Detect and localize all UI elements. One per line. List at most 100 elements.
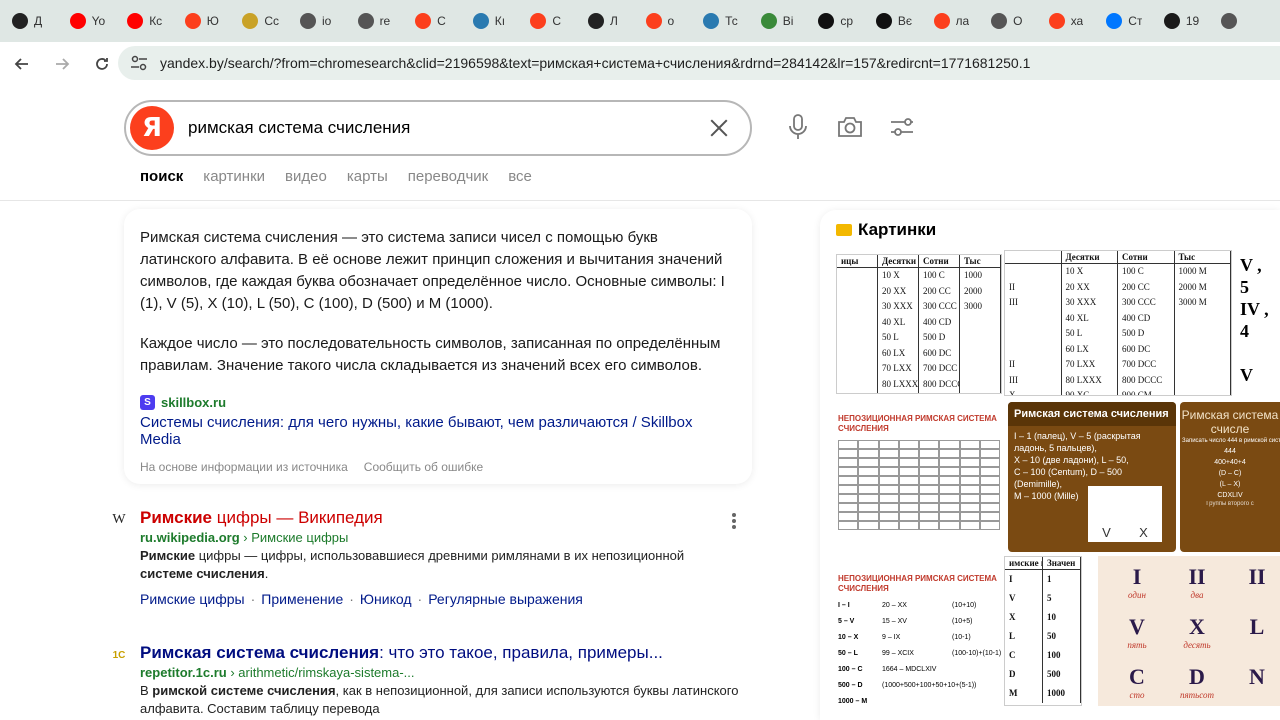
clear-icon[interactable] (704, 113, 734, 143)
yandex-icon (645, 13, 662, 29)
search-box[interactable]: Я римская система счисления (124, 100, 752, 156)
tab-title: О (1013, 14, 1023, 28)
more-options-icon[interactable] (732, 513, 736, 529)
sitelink[interactable]: Применение (261, 591, 343, 607)
browser-tab[interactable]: Сс (234, 2, 292, 40)
browser-tab[interactable]: о (638, 2, 696, 40)
browser-tab[interactable]: io (292, 2, 350, 40)
result-domain: repetitor.1c.ru (140, 665, 227, 680)
answer-footnote: На основе информации из источника (140, 460, 348, 474)
image-thumbnail[interactable]: НЕПОЗИЦИОННАЯ РИМСКАЯ СИСТЕМА СЧИСЛЕНИЯ … (836, 570, 1002, 720)
puzzle-icon (472, 13, 489, 29)
image-thumbnail[interactable]: Римская система счисле Записать число 444… (1180, 402, 1280, 552)
tab-title: ха (1070, 14, 1084, 28)
answer-paragraph-1: Римская система счисления — это система … (140, 229, 725, 312)
youtube-icon (127, 13, 144, 29)
browser-tab[interactable]: Тс (695, 2, 753, 40)
browser-tab[interactable]: Кс (119, 2, 177, 40)
microphone-icon[interactable] (783, 112, 813, 142)
source-domain[interactable]: skillbox.ru (161, 395, 226, 410)
yandex-icon (1048, 13, 1065, 29)
yandex-icon (530, 13, 547, 29)
browser-tab[interactable]: С (407, 2, 465, 40)
browser-tab[interactable]: ср (810, 2, 868, 40)
tab-title: Кс (149, 14, 163, 28)
yandex-icon (184, 13, 201, 29)
result-title-link[interactable]: Римская система счисления: что это такое… (140, 642, 740, 664)
browser-tab[interactable]: Кı (465, 2, 523, 40)
result-domain: ru.wikipedia.org (140, 530, 240, 545)
browser-tab[interactable]: Л (580, 2, 638, 40)
image-thumbnail[interactable]: Iодин II два II Vпять Xдесять L Cсто Dпятьсот N (1098, 556, 1280, 706)
tab-title: Д (34, 14, 43, 28)
search-tabs: поиск картинки видео карты переводчик вс… (140, 168, 532, 185)
result-title-highlight: Римские (140, 508, 213, 527)
search-header: Я римская система счисления поиск картин… (0, 86, 1280, 201)
hand-x-icon: X (1139, 525, 1148, 540)
browser-tab[interactable]: Вє (868, 2, 926, 40)
search-input[interactable]: римская система счисления (188, 118, 704, 138)
image-thumbnail[interactable]: V , 5 IV ,4 V (1234, 250, 1280, 396)
tab-search[interactable]: поиск (140, 168, 183, 185)
quick-answer-card: Римская система счисления — это система … (124, 209, 752, 484)
thumbnail-title: Римская система счисления (1008, 402, 1176, 426)
thumbnail-caption: НЕПОЗИЦИОННАЯ РИМСКАЯ СИСТЕМА СЧИСЛЕНИЯ (838, 414, 997, 433)
tab-video[interactable]: видео (285, 168, 327, 185)
slash-circle-icon (818, 13, 835, 29)
1c-logo-icon: 1С (112, 649, 126, 661)
camera-icon[interactable] (835, 112, 865, 142)
tab-title: Тс (725, 14, 738, 28)
result-url[interactable]: ru.wikipedia.org › Римские цифры (140, 530, 740, 545)
result-url[interactable]: repetitor.1c.ru › arithmetic/rimskaya-si… (140, 665, 740, 680)
report-error-link[interactable]: Сообщить об ошибке (364, 460, 483, 474)
forward-button[interactable] (44, 46, 80, 82)
filters-icon[interactable] (887, 112, 917, 142)
browser-tab[interactable]: Ст (1098, 2, 1156, 40)
reload-button[interactable] (84, 46, 120, 82)
image-thumbnail[interactable]: Десятки Сотни Тыс 10 X 100 C 1000 M II 20 XX 200… (1004, 250, 1232, 396)
tab-title: Bi (782, 14, 794, 28)
browser-tab[interactable]: О (983, 2, 1041, 40)
globe-icon (1221, 13, 1238, 29)
tab-images[interactable]: картинки (203, 168, 265, 185)
globe-icon (991, 13, 1008, 29)
sitelink[interactable]: Римские цифры (140, 591, 245, 607)
image-thumbnail[interactable]: ицы Десятки Сотни Тыс 10 X 100 C 1000 20 XX 200 … (836, 254, 1002, 394)
address-bar[interactable]: yandex.by/search/?from=chromesearch&clid… (118, 46, 1280, 80)
image-thumbnail[interactable]: имские цифрыЗначенI1V5X10L50C100D500M100… (1004, 556, 1082, 706)
result-snippet: Римские цифры — цифры, использовавшиеся … (140, 548, 685, 581)
browser-tab[interactable]: Yo (62, 2, 120, 40)
sitelink[interactable]: Регулярные выражения (428, 591, 583, 607)
result-title-rest: цифры — Википедия (212, 508, 383, 527)
tab-all[interactable]: все (508, 168, 532, 185)
tab-maps[interactable]: карты (347, 168, 388, 185)
arrow-right-icon (56, 58, 70, 70)
tab-title: Ю (206, 14, 219, 28)
answer-source[interactable]: S skillbox.ru (140, 395, 736, 410)
browser-tab[interactable]: ха (1041, 2, 1099, 40)
sitelink[interactable]: Юникод (360, 591, 412, 607)
source-title-link[interactable]: Системы счисления: для чего нужны, какие… (140, 414, 736, 448)
browser-tab[interactable]: С (522, 2, 580, 40)
image-thumbnail[interactable]: Римская система счисления I – 1 (палец),… (1008, 402, 1176, 552)
tab-title: Yo (91, 14, 106, 28)
new-tab-icon (12, 13, 28, 29)
images-heading[interactable]: Картинки (836, 220, 936, 240)
yandex-logo-icon[interactable]: Я (130, 106, 174, 150)
browser-tab[interactable]: 19 (1156, 2, 1214, 40)
tab-title: 19 (1185, 14, 1200, 28)
browser-tab[interactable]: Д (4, 2, 62, 40)
result-title-link[interactable]: Римские цифры — Википедия (140, 507, 740, 529)
tab-strip: Д Yo Кс Ю Сс io re С Кı С Ло Тс Bi ср Вє ла Оха Ст 19 (0, 0, 1280, 42)
site-info-icon[interactable] (130, 53, 150, 73)
browser-tab[interactable]: ла (926, 2, 984, 40)
result-path: › Римские цифры (239, 530, 349, 545)
image-thumbnail[interactable]: НЕПОЗИЦИОННАЯ РИМСКАЯ СИСТЕМА СЧИСЛЕНИЯ (836, 410, 1002, 556)
yandex-icon (933, 13, 950, 29)
browser-tab[interactable]: Ю (177, 2, 235, 40)
back-button[interactable] (4, 46, 40, 82)
browser-tab[interactable] (1213, 2, 1271, 40)
tab-translator[interactable]: переводчик (408, 168, 488, 185)
browser-tab[interactable]: Bi (753, 2, 811, 40)
browser-tab[interactable]: re (350, 2, 408, 40)
